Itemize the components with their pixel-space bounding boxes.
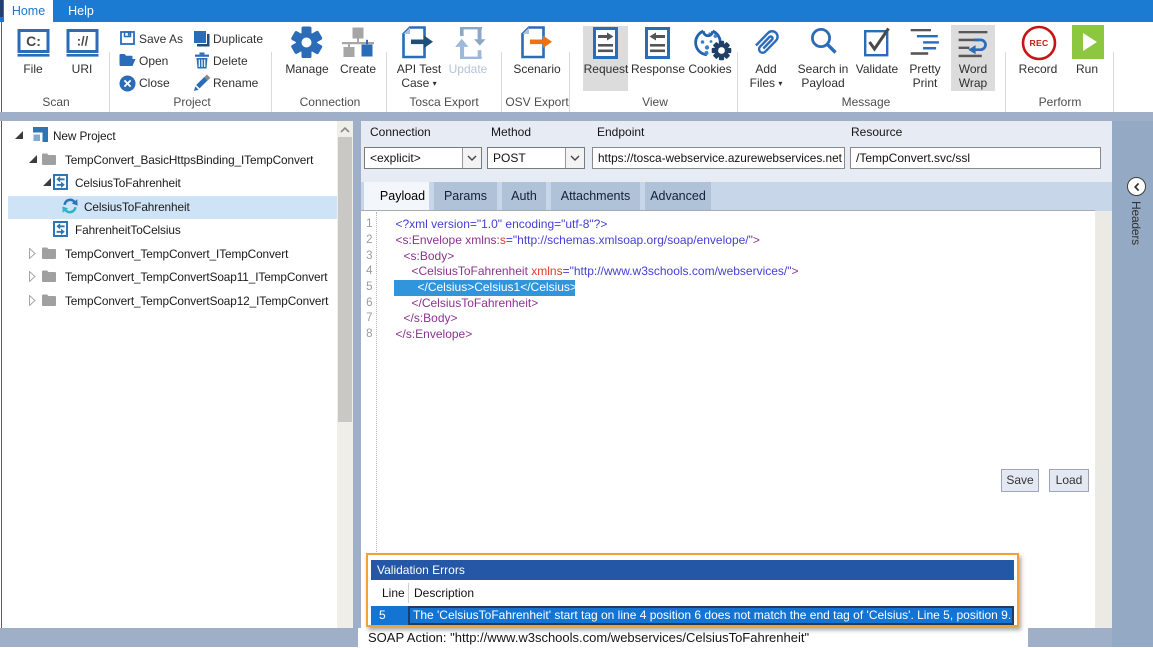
- svg-text:C:: C:: [26, 33, 41, 49]
- svg-text:://: ://: [77, 34, 89, 49]
- svg-text:REC: REC: [1029, 38, 1048, 48]
